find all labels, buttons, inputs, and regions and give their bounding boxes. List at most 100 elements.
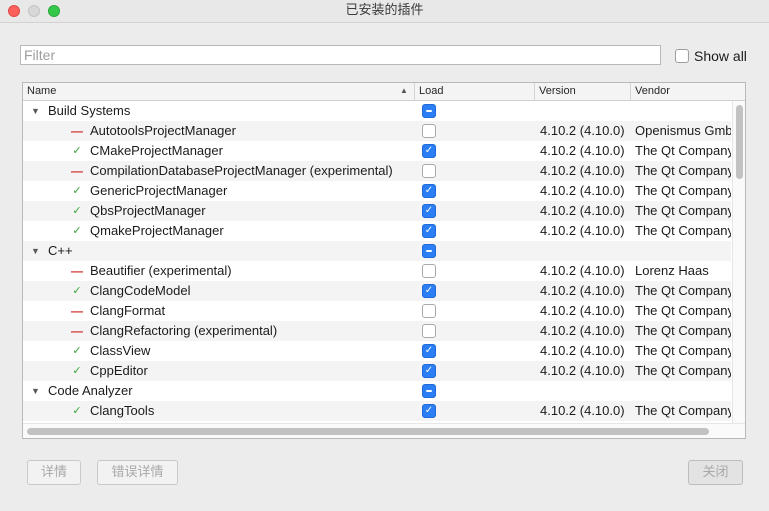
plugin-name: Beautifier (experimental) bbox=[90, 263, 232, 278]
table-row[interactable]: — CompilationDatabaseProjectManager (expe… bbox=[23, 161, 731, 181]
table-row[interactable]: — AutotoolsProjectManager 4.10.2 (4.10.0) O… bbox=[23, 121, 731, 141]
plugin-vendor: The Qt Company bbox=[635, 203, 731, 218]
window-title: 已安装的插件 bbox=[345, 3, 424, 18]
plugin-name: ClangTools bbox=[90, 403, 155, 418]
plugin-name: ClangFormat bbox=[90, 303, 166, 318]
plugin-version: 4.10.2 (4.10.0) bbox=[540, 363, 625, 378]
table-row[interactable]: ✓ GenericProjectManager ✓ 4.10.2 (4.10.0) Th… bbox=[23, 181, 731, 201]
plugin-name: QmakeProjectManager bbox=[90, 223, 224, 238]
error-details-button[interactable]: 错误详情 bbox=[97, 460, 178, 485]
column-version-label: Version bbox=[539, 85, 576, 97]
load-checkbox[interactable]: ✓ bbox=[422, 344, 436, 358]
show-all-checkbox-box[interactable] bbox=[675, 49, 689, 63]
plugin-version: 4.10.2 (4.10.0) bbox=[540, 263, 625, 278]
status-ok-icon: ✓ bbox=[72, 205, 82, 217]
close-button[interactable]: 关闭 bbox=[688, 460, 743, 485]
plugin-vendor: Openismus GmbH bbox=[635, 123, 731, 138]
plugin-version: 4.10.2 (4.10.0) bbox=[540, 403, 625, 418]
column-header-load[interactable]: Load bbox=[415, 83, 535, 100]
checkmark-icon: ✓ bbox=[424, 205, 434, 216]
plugin-vendor: The Qt Company bbox=[635, 223, 731, 238]
plugin-vendor: Lorenz Haas bbox=[635, 263, 709, 278]
category-name: C++ bbox=[48, 243, 73, 258]
plugin-table: Name ▲ Load Version Vendor ▼ Build System… bbox=[22, 82, 746, 439]
table-row[interactable]: ✓ QmakeProjectManager ✓ 4.10.2 (4.10.0) The … bbox=[23, 221, 731, 241]
load-checkbox[interactable] bbox=[422, 324, 436, 338]
filter-input[interactable] bbox=[20, 45, 661, 65]
checkmark-icon: ✓ bbox=[424, 225, 434, 236]
plugin-version: 4.10.2 (4.10.0) bbox=[540, 283, 625, 298]
column-header-vendor[interactable]: Vendor bbox=[631, 83, 733, 100]
table-row[interactable]: — Beautifier (experimental) 4.10.2 (4.10.0… bbox=[23, 261, 731, 281]
table-row[interactable]: ✓ QbsProjectManager ✓ 4.10.2 (4.10.0) The Qt… bbox=[23, 201, 731, 221]
load-checkbox[interactable]: ✓ bbox=[422, 184, 436, 198]
category-row[interactable]: ▼ C++ bbox=[23, 241, 731, 261]
load-checkbox[interactable] bbox=[422, 244, 436, 258]
plugin-vendor: The Qt Company bbox=[635, 343, 731, 358]
load-checkbox[interactable]: ✓ bbox=[422, 204, 436, 218]
plugin-vendor: The Qt Company bbox=[635, 363, 731, 378]
status-ok-icon: ✓ bbox=[72, 145, 82, 157]
table-row[interactable]: ✓ ClangCodeModel ✓ 4.10.2 (4.10.0) The Qt Co… bbox=[23, 281, 731, 301]
plugin-vendor: The Qt Company bbox=[635, 323, 731, 338]
plugin-name: GenericProjectManager bbox=[90, 183, 228, 198]
status-ok-icon: ✓ bbox=[72, 225, 82, 237]
checkmark-icon: ✓ bbox=[424, 285, 434, 296]
load-checkbox[interactable]: ✓ bbox=[422, 404, 436, 418]
expand-arrow-icon[interactable]: ▼ bbox=[31, 381, 40, 401]
table-row[interactable]: — ClangRefactoring (experimental) 4.10.2 (… bbox=[23, 321, 731, 341]
vertical-scrollbar[interactable] bbox=[732, 101, 745, 423]
category-name: Build Systems bbox=[48, 103, 131, 118]
plugin-vendor: The Qt Company bbox=[635, 163, 731, 178]
load-checkbox[interactable] bbox=[422, 384, 436, 398]
table-row[interactable]: — ClangFormat 4.10.2 (4.10.0) The Qt Compan… bbox=[23, 301, 731, 321]
load-checkbox[interactable]: ✓ bbox=[422, 364, 436, 378]
status-disabled-icon: — bbox=[71, 324, 83, 338]
show-all-label: Show all bbox=[694, 48, 747, 64]
category-name: Code Analyzer bbox=[48, 383, 133, 398]
checkmark-icon: ✓ bbox=[424, 345, 434, 356]
plugin-version: 4.10.2 (4.10.0) bbox=[540, 123, 625, 138]
load-checkbox[interactable] bbox=[422, 104, 436, 118]
table-row[interactable]: ✓ ClassView ✓ 4.10.2 (4.10.0) The Qt Company bbox=[23, 341, 731, 361]
table-row[interactable]: ✓ ClangTools ✓ 4.10.2 (4.10.0) The Qt Compan… bbox=[23, 401, 731, 421]
horizontal-scrollbar[interactable] bbox=[23, 423, 745, 438]
column-load-label: Load bbox=[419, 85, 444, 97]
category-row[interactable]: ▼ Code Analyzer bbox=[23, 381, 731, 401]
load-checkbox[interactable]: ✓ bbox=[422, 284, 436, 298]
load-checkbox[interactable] bbox=[422, 124, 436, 138]
table-body: ▼ Build Systems — AutotoolsProjectManager 4.… bbox=[23, 101, 731, 423]
checkmark-icon: ✓ bbox=[424, 185, 434, 196]
column-header-version[interactable]: Version bbox=[535, 83, 631, 100]
checkmark-icon: ✓ bbox=[424, 365, 434, 376]
load-checkbox[interactable] bbox=[422, 264, 436, 278]
expand-arrow-icon[interactable]: ▼ bbox=[31, 241, 40, 261]
status-disabled-icon: — bbox=[71, 124, 83, 138]
load-checkbox[interactable] bbox=[422, 304, 436, 318]
status-ok-icon: ✓ bbox=[72, 365, 82, 377]
plugin-vendor: The Qt Company bbox=[635, 403, 731, 418]
table-row[interactable]: ✓ CppEditor ✓ 4.10.2 (4.10.0) The Qt Company bbox=[23, 361, 731, 381]
checkmark-icon: ✓ bbox=[424, 145, 434, 156]
plugin-name: ClangRefactoring (experimental) bbox=[90, 323, 278, 338]
horizontal-scrollbar-thumb[interactable] bbox=[27, 428, 709, 435]
checkmark-icon: ✓ bbox=[424, 405, 434, 416]
table-header: Name ▲ Load Version Vendor bbox=[23, 83, 745, 101]
vertical-scrollbar-thumb[interactable] bbox=[736, 105, 743, 179]
category-row[interactable]: ▼ Build Systems bbox=[23, 101, 731, 121]
plugin-version: 4.10.2 (4.10.0) bbox=[540, 323, 625, 338]
load-checkbox[interactable]: ✓ bbox=[422, 224, 436, 238]
load-checkbox[interactable] bbox=[422, 164, 436, 178]
expand-arrow-icon[interactable]: ▼ bbox=[31, 101, 40, 121]
details-button[interactable]: 详情 bbox=[27, 460, 81, 485]
column-header-name[interactable]: Name bbox=[23, 83, 415, 100]
load-checkbox[interactable]: ✓ bbox=[422, 144, 436, 158]
table-row[interactable]: ✓ CMakeProjectManager ✓ 4.10.2 (4.10.0) The … bbox=[23, 141, 731, 161]
plugin-version: 4.10.2 (4.10.0) bbox=[540, 143, 625, 158]
status-disabled-icon: — bbox=[71, 164, 83, 178]
plugin-version: 4.10.2 (4.10.0) bbox=[540, 223, 625, 238]
plugin-version: 4.10.2 (4.10.0) bbox=[540, 183, 625, 198]
show-all-checkbox[interactable]: Show all bbox=[675, 48, 747, 64]
status-ok-icon: ✓ bbox=[72, 345, 82, 357]
plugin-vendor: The Qt Company bbox=[635, 303, 731, 318]
